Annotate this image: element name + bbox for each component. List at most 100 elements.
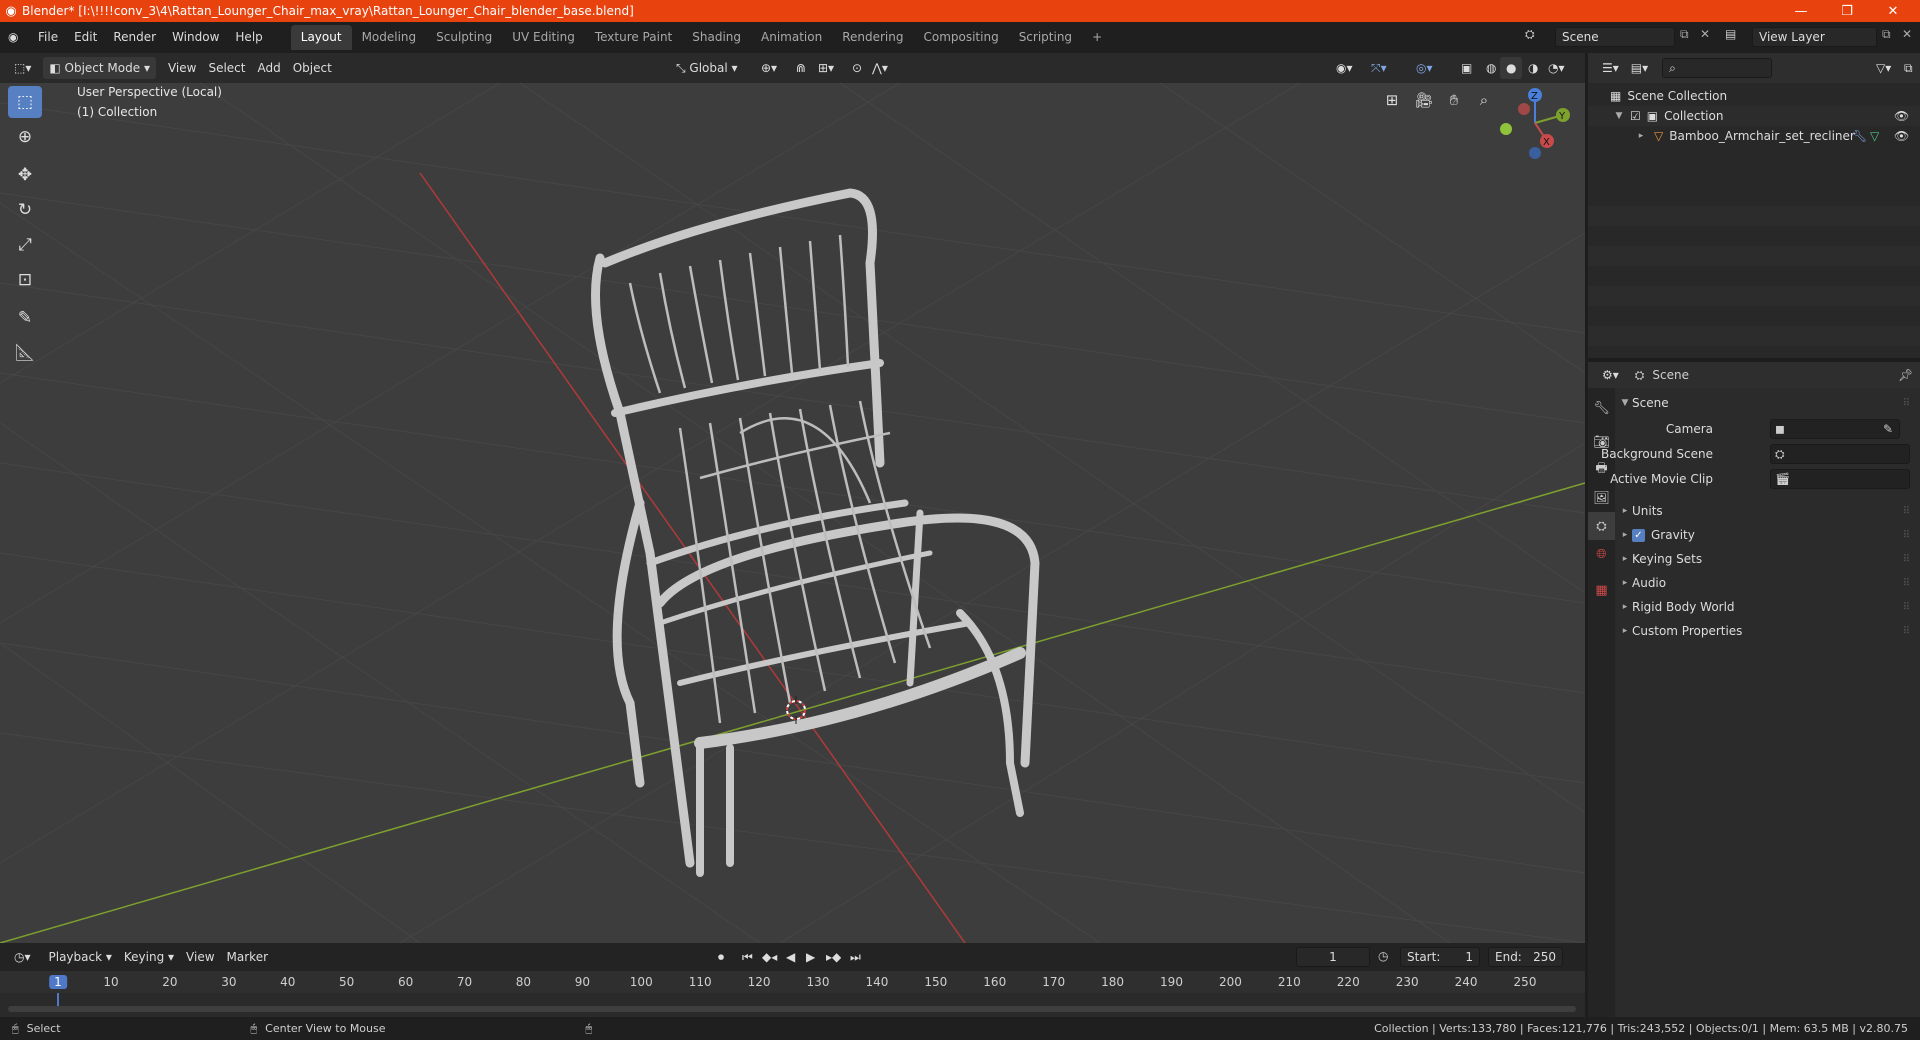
pivot-point-icon[interactable]: ⊕▾ — [755, 57, 783, 79]
play-reverse-icon[interactable]: ◀ — [780, 946, 801, 968]
tab-texture-paint[interactable]: Texture Paint — [585, 25, 682, 50]
menu-marker[interactable]: Marker — [221, 946, 274, 968]
toggle-grid-view-icon[interactable]: ⊞ — [1378, 86, 1406, 114]
menu-timeline-view[interactable]: View — [180, 946, 220, 968]
minimize-button[interactable]: — — [1778, 0, 1824, 22]
gizmo-toggle-icon[interactable]: ⤧▾ — [1365, 57, 1393, 79]
section-units[interactable]: ▸ Units ⠿ — [1618, 500, 1918, 522]
drag-handle-icon[interactable]: ⠿ — [1903, 602, 1910, 613]
drag-handle-icon[interactable]: ⠿ — [1903, 578, 1910, 589]
section-keying-sets[interactable]: ▸ Keying Sets ⠿ — [1618, 548, 1918, 570]
current-frame-field[interactable]: 1 — [1296, 947, 1370, 967]
scene-panel-header[interactable]: ▼ Scene ⠿ — [1618, 392, 1918, 414]
maximize-button[interactable]: ❐ — [1824, 0, 1870, 22]
measure-tool-icon[interactable]: 📐︎ — [8, 337, 42, 369]
drag-handle-icon[interactable]: ⠿ — [1903, 554, 1910, 565]
world-tab-icon[interactable]: 🌐︎ — [1588, 540, 1615, 568]
rotate-tool-icon[interactable]: ↻ — [8, 194, 42, 226]
menu-keying[interactable]: Keying ▾ — [118, 946, 180, 968]
delete-view-layer-icon[interactable]: ✕ — [1902, 27, 1912, 41]
section-gravity[interactable]: ▸ ✓ Gravity ⠿ — [1618, 524, 1918, 546]
modifier-wrench-icon[interactable]: 🔧︎ — [1852, 129, 1867, 143]
menu-playback[interactable]: Playback ▾ — [43, 946, 118, 968]
start-frame-field[interactable]: Start: 1 — [1400, 947, 1480, 967]
menu-object[interactable]: Object — [287, 57, 338, 79]
drag-handle-icon[interactable]: ⠿ — [1903, 506, 1910, 517]
end-frame-field[interactable]: End: 250 — [1488, 947, 1563, 967]
section-audio[interactable]: ▸ Audio ⠿ — [1618, 572, 1918, 594]
timeline-scrollbar[interactable] — [8, 1006, 1576, 1012]
tab-sculpting[interactable]: Sculpting — [426, 25, 502, 50]
select-box-tool-icon[interactable]: ⬚ — [8, 86, 42, 118]
properties-editor-type-icon[interactable]: ⚙▾ — [1596, 364, 1625, 386]
scale-tool-icon[interactable]: ⤢ — [8, 229, 42, 261]
outliner-row-object[interactable]: ▸ ▽ Bamboo_Armchair_set_recliner 🔧︎ ▽ 👁︎ — [1588, 126, 1920, 146]
blender-menu-icon[interactable]: ◉ — [0, 22, 30, 53]
expand-arrow-icon[interactable]: ▼ — [1612, 111, 1626, 121]
jump-end-icon[interactable]: ⏭ — [844, 946, 867, 968]
expand-arrow-icon[interactable]: ▸ — [1634, 131, 1648, 141]
record-icon[interactable]: ⏺ — [712, 946, 730, 968]
outliner-editor-type-icon[interactable]: ☰▾ — [1596, 57, 1625, 79]
eyedropper-icon[interactable]: ✎ — [1883, 422, 1893, 436]
active-movie-clip-field[interactable]: 🎬︎ — [1770, 469, 1910, 489]
menu-window[interactable]: Window — [164, 22, 227, 53]
tab-shading[interactable]: Shading — [682, 25, 751, 50]
timeline-ruler[interactable]: 1 10 20 30 40 50 60 70 80 90 100 110 120 130 140 150 160… — [0, 971, 1585, 1011]
timeline-editor-type-icon[interactable]: ◷▾ — [8, 946, 37, 968]
outliner-row-scene-collection[interactable]: ▦ Scene Collection — [1588, 86, 1920, 106]
rendered-shading-icon[interactable]: ◔▾ — [1542, 57, 1571, 79]
section-rigid-body-world[interactable]: ▸ Rigid Body World ⠿ — [1618, 596, 1918, 618]
view-layer-selector[interactable]: View Layer — [1752, 27, 1877, 47]
menu-add[interactable]: Add — [251, 57, 286, 79]
outliner-search-input[interactable]: ⌕ — [1662, 58, 1773, 78]
background-scene-field[interactable]: ⛭ — [1770, 444, 1910, 464]
menu-select[interactable]: Select — [202, 57, 251, 79]
filter-icon[interactable]: ▽▾ — [1870, 57, 1897, 79]
snap-target-icon[interactable]: ⊞▾ — [812, 57, 840, 79]
scene-selector[interactable]: Scene — [1555, 27, 1675, 47]
navigation-gizmo[interactable]: Z Y X — [1490, 83, 1580, 163]
falloff-icon[interactable]: ⋀▾ — [866, 57, 894, 79]
tab-layout[interactable]: Layout — [290, 25, 352, 50]
solid-shading-icon[interactable]: ● — [1500, 57, 1523, 79]
eye-icon[interactable]: 👁︎ — [1894, 129, 1909, 143]
menu-file[interactable]: File — [30, 22, 66, 53]
transform-orientation-selector[interactable]: ⤡ Global ▾ — [670, 57, 744, 79]
tab-modeling[interactable]: Modeling — [352, 25, 427, 50]
pan-view-icon[interactable]: ✋︎ — [1440, 86, 1468, 114]
scene-tab-icon[interactable]: ⛭ — [1588, 512, 1615, 540]
view-layer-tab-icon[interactable]: 🖼︎ — [1588, 484, 1615, 512]
drag-handle-icon[interactable]: ⠿ — [1903, 530, 1910, 541]
eye-icon[interactable]: 👁︎ — [1894, 109, 1909, 123]
new-collection-icon[interactable]: ⧉ — [1898, 57, 1919, 79]
xray-toggle-icon[interactable]: ▣ — [1455, 57, 1478, 79]
mesh-data-icon[interactable]: ▽ — [1870, 129, 1879, 143]
add-workspace-button[interactable]: + — [1082, 25, 1112, 50]
annotate-tool-icon[interactable]: ✎ — [8, 302, 42, 334]
snap-icon[interactable]: ⋒ — [790, 57, 812, 79]
camera-view-icon[interactable]: 🎥︎ — [1410, 86, 1438, 114]
tool-tab-icon[interactable]: 🔧︎ — [1588, 394, 1615, 422]
texture-tab-icon[interactable]: ▦ — [1588, 576, 1615, 604]
tab-scripting[interactable]: Scripting — [1009, 25, 1082, 50]
outliner-row-collection[interactable]: ▼ ☑ ▣ Collection 👁︎ — [1588, 106, 1920, 126]
editor-type-icon[interactable]: ⬚▾ — [8, 57, 37, 79]
mode-selector[interactable]: ◧ Object Mode ▾ — [43, 57, 156, 79]
visibility-icon[interactable]: ◉▾ — [1330, 57, 1359, 79]
proportional-edit-icon[interactable]: ⊙ — [846, 57, 868, 79]
menu-help[interactable]: Help — [227, 22, 270, 53]
menu-view[interactable]: View — [162, 57, 202, 79]
display-mode-icon[interactable]: ▤▾ — [1625, 57, 1654, 79]
tab-uv-editing[interactable]: UV Editing — [502, 25, 585, 50]
clock-icon[interactable]: ◷ — [1378, 949, 1388, 963]
play-icon[interactable]: ▶ — [800, 946, 821, 968]
camera-field[interactable]: ◼ ✎ — [1770, 419, 1900, 439]
tab-animation[interactable]: Animation — [751, 25, 832, 50]
delete-scene-icon[interactable]: ✕ — [1700, 27, 1710, 41]
overlay-toggle-icon[interactable]: ◎▾ — [1410, 57, 1439, 79]
playhead-indicator[interactable]: 1 — [49, 975, 67, 989]
gravity-checkbox[interactable]: ✓ — [1632, 528, 1645, 542]
transform-tool-icon[interactable]: ⊡ — [8, 264, 42, 296]
3d-viewport[interactable]: User Perspective (Local) (1) Collection … — [0, 83, 1585, 943]
